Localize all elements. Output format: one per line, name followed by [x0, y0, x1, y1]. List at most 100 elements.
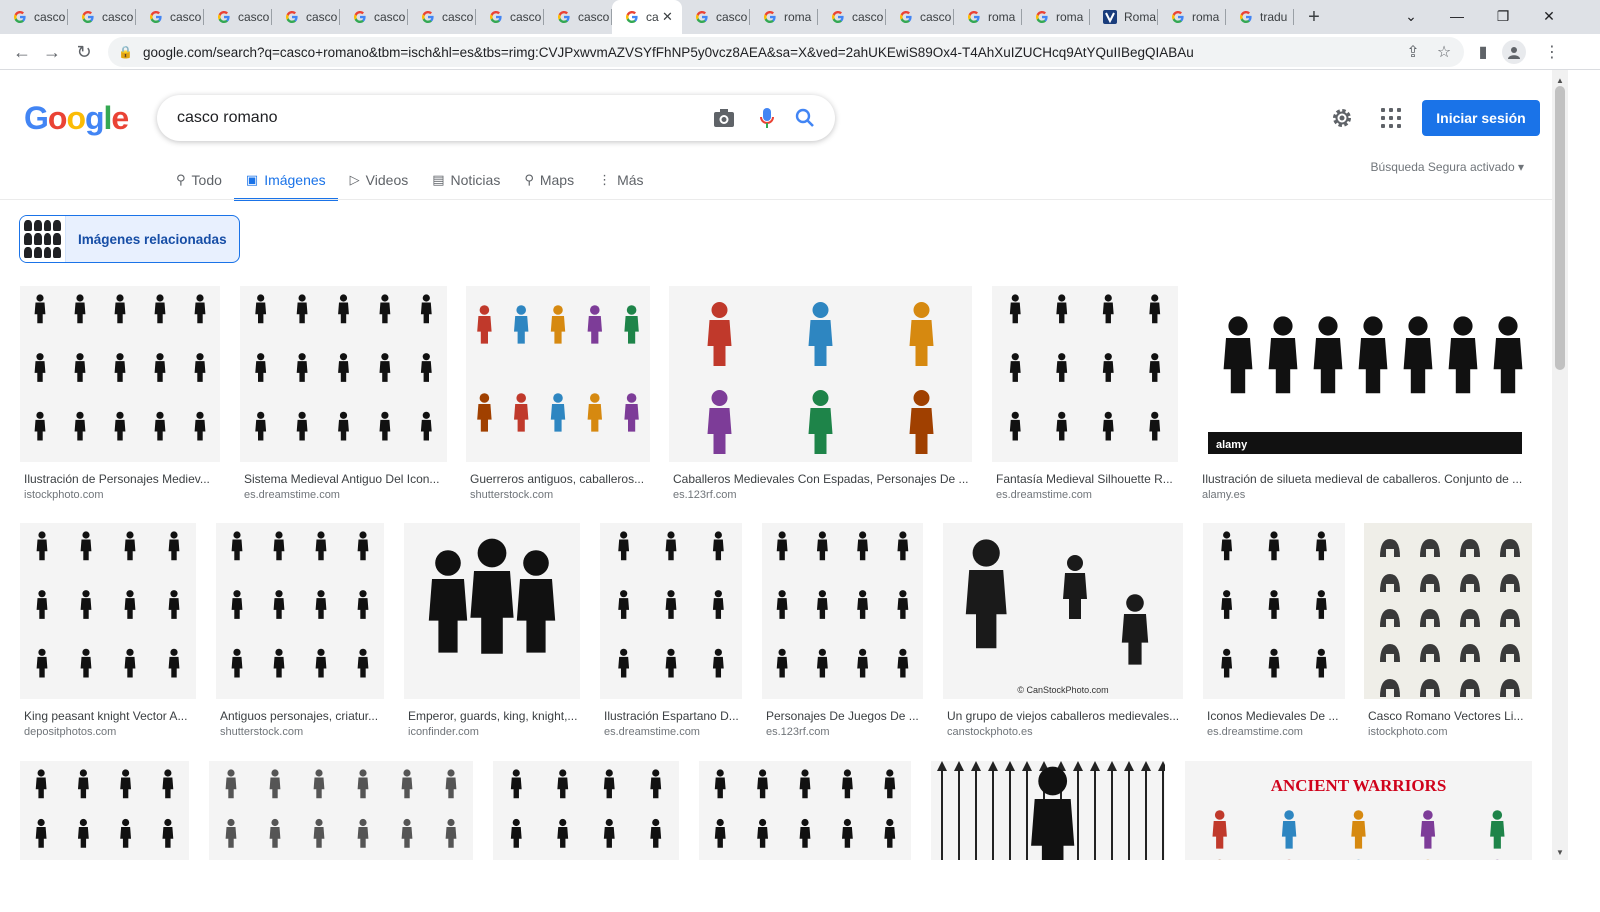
reload-icon[interactable]: ↻: [70, 38, 98, 66]
browser-tab[interactable]: casco: [408, 0, 476, 34]
image-result[interactable]: [209, 761, 473, 912]
tab-videos[interactable]: ▷Videos: [338, 160, 421, 200]
browser-tab[interactable]: casco: [0, 0, 68, 34]
browser-tab[interactable]: roma: [1022, 0, 1090, 34]
forward-arrow-icon[interactable]: →: [38, 38, 66, 66]
image-result[interactable]: ANCIENT WARRIORS: [1185, 761, 1532, 912]
tab-maps[interactable]: ⚲Maps: [512, 160, 586, 200]
result-thumbnail[interactable]: [404, 523, 580, 699]
result-caption[interactable]: Casco Romano Vectores Li...: [1368, 709, 1530, 723]
result-thumbnail[interactable]: alamy: [1198, 286, 1532, 462]
image-result[interactable]: Casco Romano Vectores Li...istockphoto.c…: [1364, 523, 1532, 751]
browser-tab[interactable]: tradu: [1226, 0, 1294, 34]
image-result[interactable]: Emperor, guards, king, knight,...iconfin…: [404, 523, 580, 751]
image-result[interactable]: Guerreros antiguos, caballeros...shutter…: [466, 286, 650, 514]
google-apps-icon[interactable]: [1377, 104, 1405, 132]
microphone-icon[interactable]: [755, 106, 779, 130]
image-result[interactable]: Ilustración de Personajes Mediev...istoc…: [20, 286, 220, 514]
browser-tab[interactable]: roma: [750, 0, 818, 34]
result-thumbnail[interactable]: [1203, 523, 1345, 699]
side-panel-icon[interactable]: ▮: [1471, 40, 1495, 64]
image-result[interactable]: alamy Ilustración de silueta medieval de …: [1198, 286, 1532, 514]
result-thumbnail[interactable]: [669, 286, 972, 462]
result-thumbnail[interactable]: [240, 286, 447, 462]
camera-icon[interactable]: [712, 106, 736, 130]
image-result[interactable]: [931, 761, 1165, 912]
result-thumbnail[interactable]: [699, 761, 911, 860]
scrollbar-thumb[interactable]: [1555, 86, 1565, 370]
close-tab-icon[interactable]: ✕: [662, 9, 673, 25]
result-thumbnail[interactable]: [493, 761, 679, 860]
browser-tab[interactable]: Roma: [1090, 0, 1158, 34]
sign-in-button[interactable]: Iniciar sesión: [1422, 100, 1540, 136]
profile-avatar-icon[interactable]: [1502, 40, 1526, 64]
result-thumbnail[interactable]: ANCIENT WARRIORS: [1185, 761, 1532, 860]
search-input[interactable]: [177, 107, 697, 129]
browser-tab[interactable]: roma: [1158, 0, 1226, 34]
image-result[interactable]: Personajes De Juegos De ...es.123rf.com: [762, 523, 923, 751]
browser-tab[interactable]: casco: [886, 0, 954, 34]
restore-icon[interactable]: ❐: [1480, 0, 1526, 32]
tab-noticias[interactable]: ▤Noticias: [420, 160, 512, 200]
result-thumbnail[interactable]: © CanStockPhoto.com: [943, 523, 1183, 699]
result-caption[interactable]: Fantasía Medieval Silhouette R...: [996, 472, 1176, 486]
minimize-icon[interactable]: —: [1434, 0, 1480, 32]
result-caption[interactable]: Un grupo de viejos caballeros medievales…: [947, 709, 1181, 723]
result-thumbnail[interactable]: [992, 286, 1178, 462]
browser-tab[interactable]: casco: [544, 0, 612, 34]
result-thumbnail[interactable]: [20, 761, 189, 860]
google-logo[interactable]: Google: [24, 100, 128, 137]
result-thumbnail[interactable]: [209, 761, 473, 860]
bookmark-star-icon[interactable]: ☆: [1432, 40, 1456, 64]
result-caption[interactable]: Iconos Medievales De ...: [1207, 709, 1343, 723]
browser-tab[interactable]: casco: [272, 0, 340, 34]
browser-tab[interactable]: casco: [136, 0, 204, 34]
image-result[interactable]: Antiguos personajes, criatur...shutterst…: [216, 523, 384, 751]
new-tab-plus-icon[interactable]: +: [1294, 0, 1334, 34]
result-caption[interactable]: Ilustración Espartano D...: [604, 709, 740, 723]
result-caption[interactable]: Sistema Medieval Antiguo Del Icon...: [244, 472, 445, 486]
result-thumbnail[interactable]: [762, 523, 923, 699]
result-caption[interactable]: Guerreros antiguos, caballeros...: [470, 472, 648, 486]
result-thumbnail[interactable]: [20, 523, 196, 699]
image-result[interactable]: [20, 761, 189, 912]
image-result[interactable]: Sistema Medieval Antiguo Del Icon...es.d…: [240, 286, 447, 514]
browser-menu-icon[interactable]: ⋮: [1540, 40, 1564, 64]
tab-imágenes[interactable]: ▣Imágenes: [234, 160, 338, 200]
result-caption[interactable]: King peasant knight Vector A...: [24, 709, 194, 723]
result-caption[interactable]: Emperor, guards, king, knight,...: [408, 709, 578, 723]
related-images-chip[interactable]: Imágenes relacionadas: [19, 215, 240, 263]
browser-tab[interactable]: casco: [204, 0, 272, 34]
result-thumbnail[interactable]: [600, 523, 742, 699]
result-caption[interactable]: Ilustración de silueta medieval de cabal…: [1202, 472, 1530, 486]
image-result[interactable]: Caballeros Medievales Con Espadas, Perso…: [669, 286, 972, 514]
tab-más[interactable]: ⋮Más: [586, 160, 655, 200]
image-result[interactable]: © CanStockPhoto.com Un grupo de viejos ca…: [943, 523, 1183, 751]
result-caption[interactable]: Ilustración de Personajes Mediev...: [24, 472, 218, 486]
image-result[interactable]: [699, 761, 911, 912]
result-caption[interactable]: Caballeros Medievales Con Espadas, Perso…: [673, 472, 970, 486]
result-thumbnail[interactable]: [20, 286, 220, 462]
tab-todo[interactable]: ⚲Todo: [164, 160, 234, 200]
result-caption[interactable]: Antiguos personajes, criatur...: [220, 709, 382, 723]
result-caption[interactable]: Personajes De Juegos De ...: [766, 709, 921, 723]
browser-tab[interactable]: casco: [476, 0, 544, 34]
result-thumbnail[interactable]: [931, 761, 1165, 860]
image-result[interactable]: Fantasía Medieval Silhouette R...es.drea…: [992, 286, 1178, 514]
safe-search-toggle[interactable]: Búsqueda Segura activado ▾: [1371, 160, 1524, 174]
browser-tab[interactable]: casco: [682, 0, 750, 34]
result-thumbnail[interactable]: [216, 523, 384, 699]
tab-active[interactable]: ca✕: [612, 0, 682, 34]
share-icon[interactable]: ⇪: [1401, 40, 1425, 64]
browser-tab[interactable]: roma: [954, 0, 1022, 34]
result-thumbnail[interactable]: [1364, 523, 1532, 699]
image-result[interactable]: King peasant knight Vector A...depositph…: [20, 523, 196, 751]
image-result[interactable]: Ilustración Espartano D...es.dreamstime.…: [600, 523, 742, 751]
browser-tab[interactable]: casco: [68, 0, 136, 34]
back-arrow-icon[interactable]: ←: [8, 38, 36, 66]
address-bar[interactable]: 🔒 google.com/search?q=casco+romano&tbm=i…: [108, 37, 1464, 67]
settings-gear-icon[interactable]: [1328, 104, 1356, 132]
tab-search-icon[interactable]: ⌄: [1388, 0, 1434, 32]
image-result[interactable]: Iconos Medievales De ...es.dreamstime.co…: [1203, 523, 1345, 751]
result-thumbnail[interactable]: [466, 286, 650, 462]
